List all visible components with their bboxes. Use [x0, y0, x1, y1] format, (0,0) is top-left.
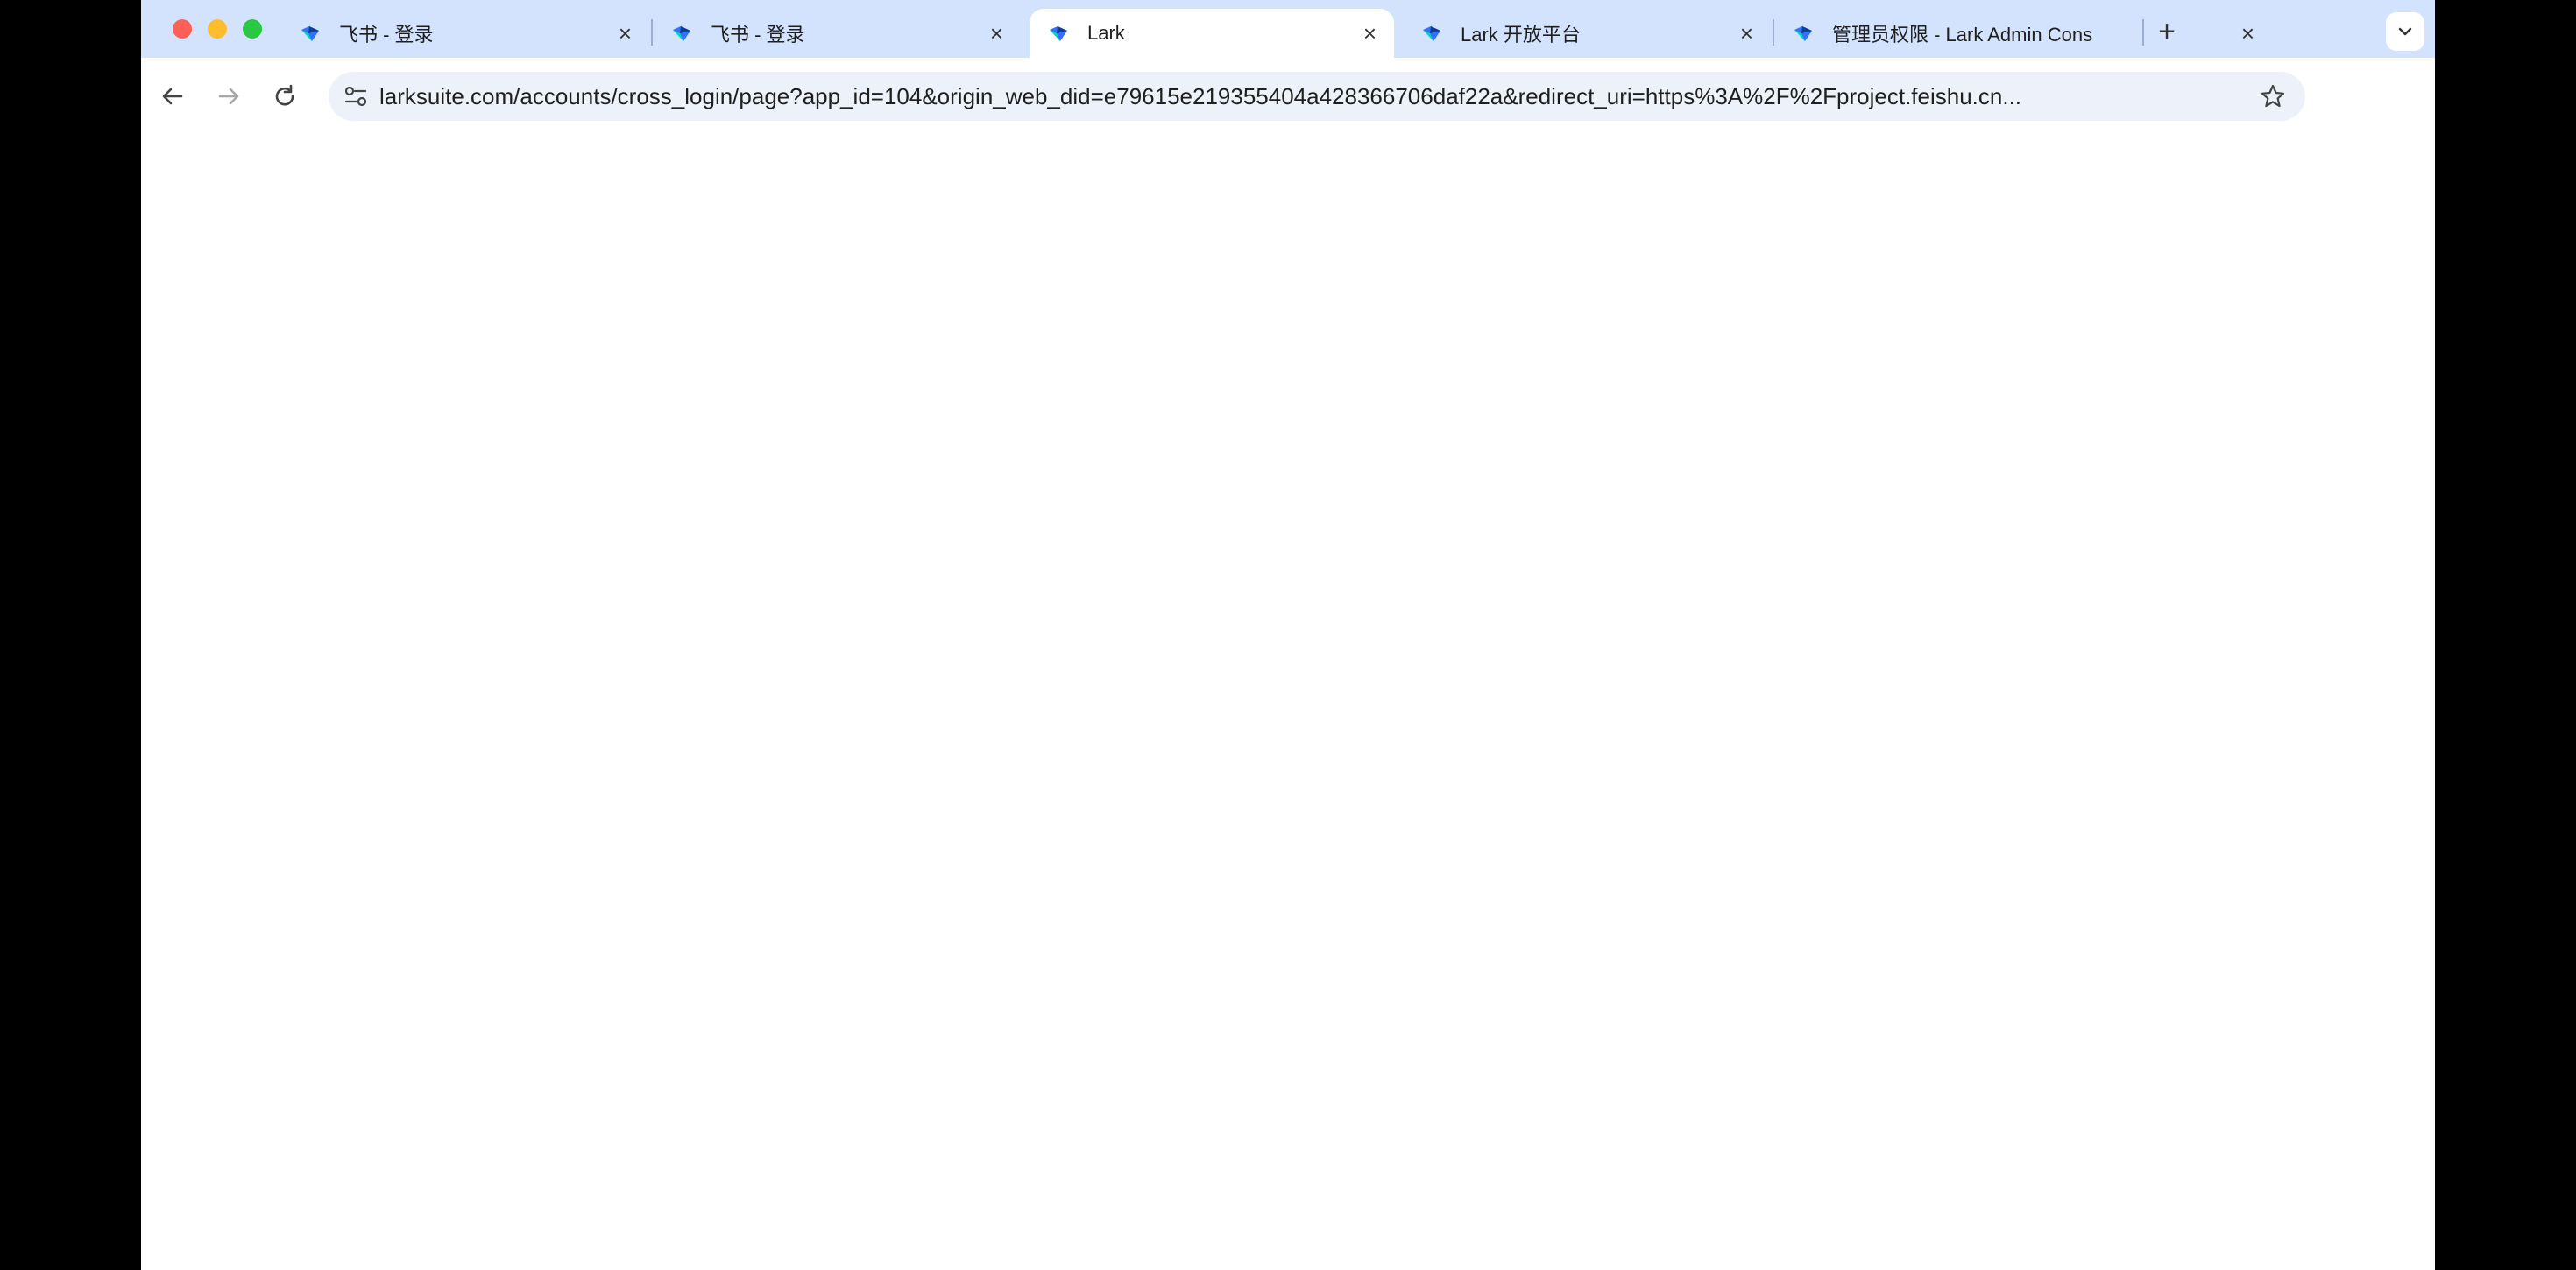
reload-button[interactable]: [265, 77, 304, 116]
tab-search-button[interactable]: [2386, 12, 2424, 51]
address-bar[interactable]: larksuite.com/accounts/cross_login/page?…: [329, 72, 2305, 121]
close-window-button[interactable]: [173, 19, 192, 39]
tab-separator: [2142, 19, 2144, 46]
feishu-logo-icon: [301, 26, 319, 41]
tab-close-icon[interactable]: ×: [1740, 22, 1753, 45]
lark-logo-icon: [1794, 26, 1812, 41]
tab-title: Lark: [1087, 22, 1125, 44]
lark-logo-icon: [1423, 26, 1440, 41]
url-text[interactable]: larksuite.com/accounts/cross_login/page?…: [379, 72, 2021, 121]
new-tab-plus-icon[interactable]: +: [2148, 12, 2186, 51]
back-button[interactable]: [153, 77, 192, 116]
extension-a-icon[interactable]: [2331, 81, 2362, 112]
arrow-right-icon: [218, 88, 239, 105]
feishu-logo-icon: [673, 26, 690, 41]
tab-feishu-login-2[interactable]: 飞书 - 登录 ×: [653, 9, 1021, 58]
chevron-down-icon: [2398, 27, 2412, 36]
reload-icon: [275, 84, 294, 106]
tab-close-icon[interactable]: ×: [1363, 22, 1376, 45]
desktop-background: 飞书 - 登录 × 飞书 - 登录 × Lark × Lark 开放平台 × 管…: [0, 0, 2576, 1270]
tab-lark-active[interactable]: Lark ×: [1030, 9, 1394, 58]
minimize-window-button[interactable]: [208, 19, 227, 39]
maximize-window-button[interactable]: [243, 19, 262, 39]
tab-close-icon[interactable]: ×: [2241, 22, 2254, 45]
bookmark-star-icon[interactable]: [2260, 83, 2286, 109]
arrow-left-icon: [162, 88, 183, 105]
tab-admin-console[interactable]: 管理员权限 - Lark Admin Cons ×: [1774, 9, 2272, 58]
tab-strip: 飞书 - 登录 × 飞书 - 登录 × Lark × Lark 开放平台 × 管…: [141, 0, 2435, 58]
forward-button[interactable]: [209, 77, 248, 116]
tab-title: 飞书 - 登录: [711, 24, 805, 46]
browser-toolbar: larksuite.com/accounts/cross_login/page?…: [141, 58, 2435, 135]
browser-window: 飞书 - 登录 × 飞书 - 登录 × Lark × Lark 开放平台 × 管…: [141, 0, 2435, 1270]
tab-title: 飞书 - 登录: [339, 24, 434, 46]
lark-logo-icon: [1050, 26, 1067, 41]
site-settings-icon[interactable]: [343, 83, 369, 109]
tab-lark-open-platform[interactable]: Lark 开放平台 ×: [1403, 9, 1771, 58]
tab-feishu-login-1[interactable]: 飞书 - 登录 ×: [281, 9, 649, 58]
tab-title: Lark 开放平台: [1461, 24, 1581, 46]
tab-close-icon[interactable]: ×: [619, 22, 632, 45]
tab-close-icon[interactable]: ×: [990, 22, 1003, 45]
